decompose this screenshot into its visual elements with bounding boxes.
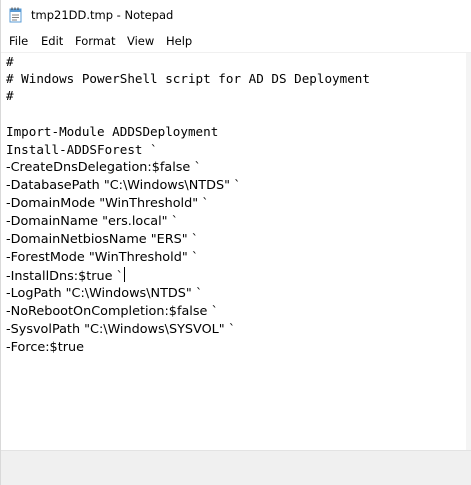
editor-line: -NoRebootOnCompletion:$false ` (6, 304, 218, 319)
editor-line: # (6, 54, 14, 69)
vertical-scrollbar[interactable] (466, 53, 471, 450)
window-title: tmp21DD.tmp - Notepad (31, 8, 174, 22)
editor-line: -DatabasePath "C:\Windows\NTDS" ` (6, 178, 241, 193)
editor-line: -CreateDnsDelegation:$false ` (6, 160, 201, 175)
menu-edit[interactable]: Edit (41, 34, 63, 48)
horizontal-scrollbar[interactable] (1, 450, 471, 485)
menu-bar: File Edit Format View Help (1, 31, 471, 51)
menu-file[interactable]: File (9, 34, 28, 48)
editor-line-with-caret: -InstallDns:$true ` (6, 267, 125, 285)
editor-line: # (6, 88, 14, 103)
editor-line: -DomainMode "WinThreshold" ` (6, 196, 209, 211)
notepad-icon (9, 7, 22, 23)
editor-line: -DomainNetbiosName "ERS" ` (6, 232, 199, 247)
editor-line: -InstallDns:$true ` (6, 269, 123, 284)
text-caret (123, 267, 125, 282)
editor-line: -DomainName "ers.local" ` (6, 214, 179, 229)
menu-format[interactable]: Format (75, 34, 116, 48)
editor-line: Import-Module ADDSDeployment (6, 124, 219, 139)
notepad-window: tmp21DD.tmp - Notepad File Edit Format V… (0, 0, 471, 485)
title-bar[interactable]: tmp21DD.tmp - Notepad (1, 0, 471, 30)
menu-view[interactable]: View (127, 34, 154, 48)
editor-line: -LogPath "C:\Windows\NTDS" ` (6, 286, 203, 301)
text-editor[interactable]: # # Windows PowerShell script for AD DS … (1, 53, 466, 450)
editor-line: # Windows PowerShell script for AD DS De… (6, 71, 370, 86)
editor-line: -ForestMode "WinThreshold" ` (6, 250, 199, 265)
menu-help[interactable]: Help (166, 34, 192, 48)
editor-line: -Force:$true (6, 340, 84, 355)
editor-line: Install-ADDSForest ` (6, 142, 158, 157)
editor-line: -SysvolPath "C:\Windows\SYSVOL" ` (6, 322, 236, 337)
